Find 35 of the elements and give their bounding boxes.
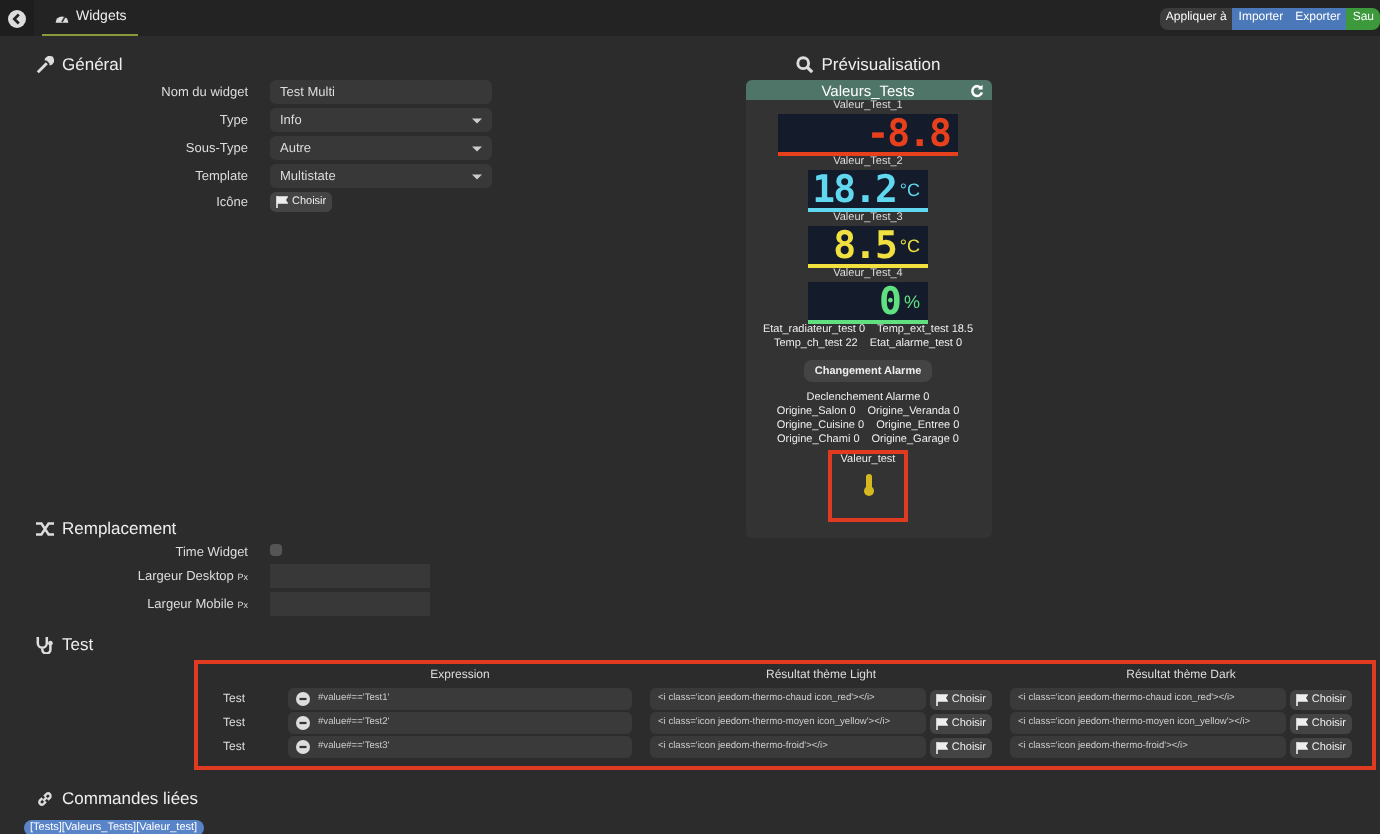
stethoscope-icon	[36, 635, 54, 653]
flag-icon	[276, 196, 288, 208]
flag-icon	[935, 741, 948, 753]
caret-icon	[472, 173, 482, 179]
minus-icon[interactable]	[296, 716, 310, 730]
section-title: Commandes liées	[62, 788, 199, 808]
wrench-icon	[36, 55, 54, 73]
display-unit: °C	[899, 179, 920, 199]
section-title: Remplacement	[62, 518, 177, 538]
section-title: Général	[62, 54, 123, 74]
caret-icon	[472, 145, 482, 151]
link-icon	[36, 789, 54, 807]
flag-icon	[935, 693, 948, 705]
back-arrow-icon	[8, 9, 26, 27]
flag-icon	[1295, 717, 1308, 729]
display-unit: %	[903, 291, 920, 311]
minus-icon[interactable]	[296, 740, 310, 754]
search-icon	[795, 55, 814, 73]
minus-icon[interactable]	[296, 692, 310, 706]
checkbox[interactable]	[270, 544, 282, 556]
refresh-icon[interactable]	[969, 83, 983, 97]
display-value: 0	[879, 281, 900, 321]
display-value: -8.8	[866, 113, 950, 153]
caret-icon	[472, 117, 482, 123]
back-button[interactable]	[0, 0, 34, 36]
section-title: Test	[62, 634, 94, 654]
display-value: 18.2	[812, 169, 896, 209]
thermometer-icon	[863, 474, 873, 496]
flag-icon	[1295, 741, 1308, 753]
flag-icon	[935, 717, 948, 729]
flag-icon	[1295, 693, 1308, 705]
section-title: Prévisualisation	[821, 54, 941, 74]
shuffle-icon	[36, 519, 54, 537]
display-unit: °C	[899, 235, 920, 255]
display-value: 8.5	[833, 225, 896, 265]
